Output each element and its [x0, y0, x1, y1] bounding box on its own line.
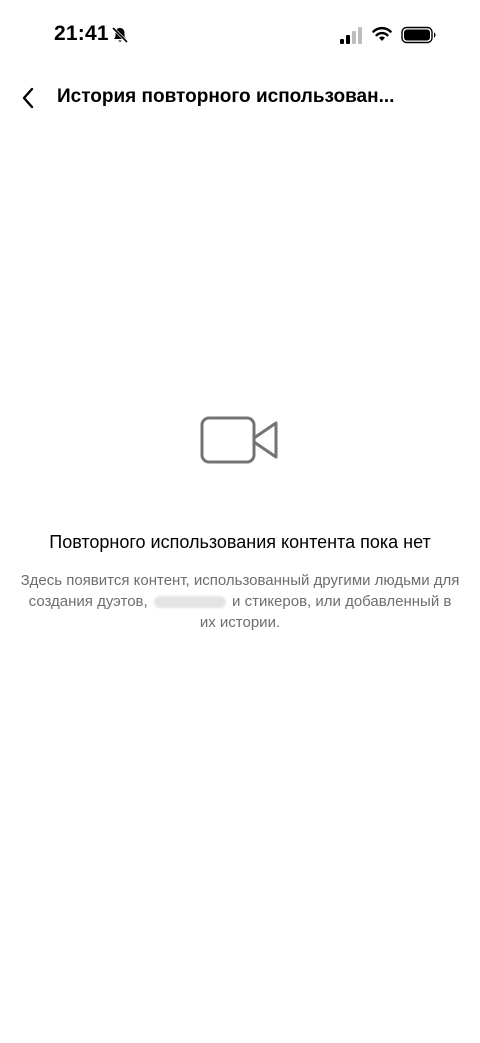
empty-state: Повторного использования контента пока н… [0, 400, 480, 633]
back-button[interactable] [12, 82, 44, 114]
video-camera-icon [200, 416, 278, 464]
bell-slash-icon [111, 26, 129, 44]
empty-state-title: Повторного использования контента пока н… [49, 532, 431, 552]
empty-state-description: Здесь появится контент, использованный д… [20, 570, 460, 633]
status-bar: 21:41 [0, 0, 480, 70]
description-part-2: и стикеров, или добавленный в их истории… [199, 593, 452, 631]
wifi-icon [372, 27, 392, 41]
redacted-text [153, 596, 226, 609]
chevron-left-icon [22, 87, 34, 109]
signal-icon [340, 27, 362, 44]
battery-icon [401, 26, 436, 44]
status-time: 21:41 [54, 22, 109, 45]
page-title: История повторного использован... [57, 86, 395, 107]
header: История повторного использован... [0, 78, 480, 118]
